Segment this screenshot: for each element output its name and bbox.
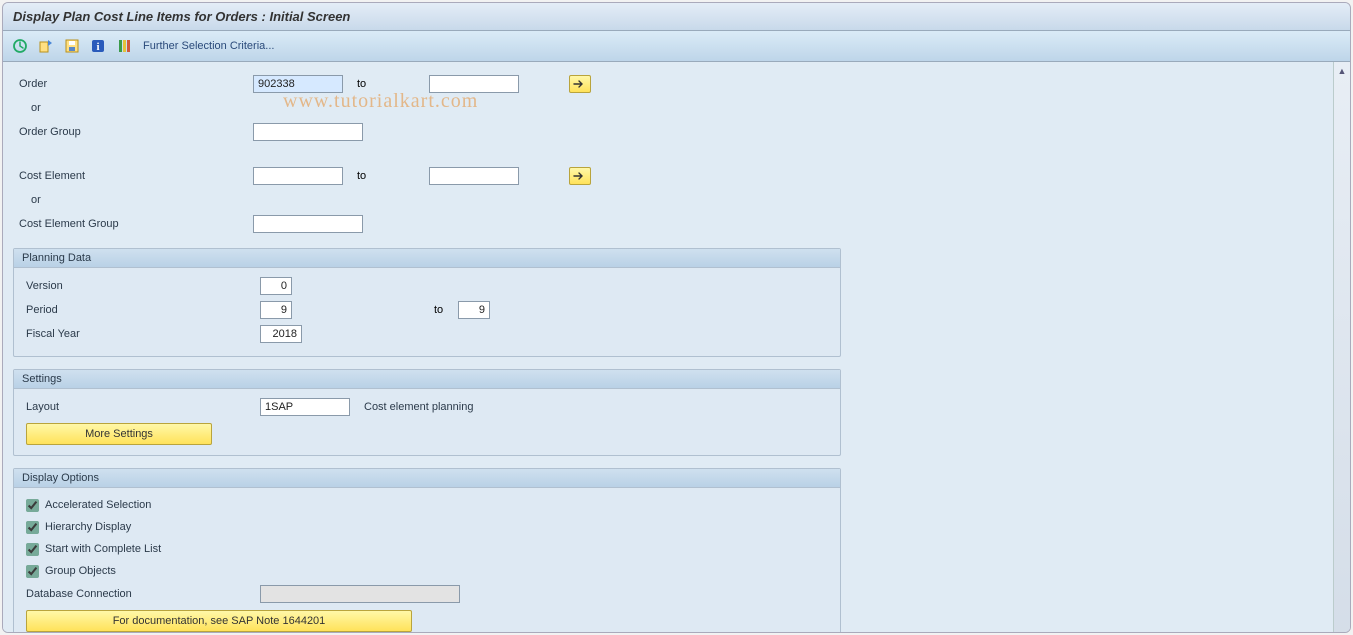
cost-element-multiple-sel-button[interactable] bbox=[569, 167, 591, 185]
scroll-up-icon[interactable]: ▲ bbox=[1334, 62, 1350, 79]
display-options-group: Display Options Accelerated Selection Hi… bbox=[13, 468, 841, 633]
cost-element-to-input[interactable] bbox=[429, 167, 519, 185]
documentation-button[interactable]: For documentation, see SAP Note 1644201 bbox=[26, 610, 412, 632]
order-label: Order bbox=[13, 78, 253, 90]
period-to-input[interactable] bbox=[458, 301, 490, 319]
layout-desc: Cost element planning bbox=[364, 401, 473, 413]
svg-text:i: i bbox=[96, 41, 99, 53]
order-group-label: Order Group bbox=[13, 126, 253, 138]
planning-data-title: Planning Data bbox=[14, 249, 840, 268]
fiscal-year-label: Fiscal Year bbox=[20, 328, 260, 340]
settings-group: Settings Layout Cost element planning Mo… bbox=[13, 369, 841, 456]
window-title: Display Plan Cost Line Items for Orders … bbox=[3, 3, 1350, 31]
layout-input[interactable] bbox=[260, 398, 350, 416]
cost-element-from-input[interactable] bbox=[253, 167, 343, 185]
hierarchy-checkbox[interactable] bbox=[26, 521, 39, 534]
order-from-input[interactable] bbox=[253, 75, 343, 93]
period-label: Period bbox=[20, 304, 260, 316]
main-content: www.tutorialkart.com Order to or Order G… bbox=[3, 62, 1333, 633]
period-to-label: to bbox=[434, 304, 458, 316]
more-settings-button[interactable]: More Settings bbox=[26, 423, 212, 445]
start-complete-label: Start with Complete List bbox=[45, 543, 161, 555]
layout-label: Layout bbox=[20, 401, 260, 413]
hierarchy-label: Hierarchy Display bbox=[45, 521, 131, 533]
content-wrap: www.tutorialkart.com Order to or Order G… bbox=[3, 62, 1350, 633]
sap-window: Display Plan Cost Line Items for Orders … bbox=[2, 2, 1351, 633]
selection-options-icon[interactable] bbox=[113, 35, 135, 57]
variant-get-icon[interactable] bbox=[35, 35, 57, 57]
accel-label: Accelerated Selection bbox=[45, 499, 151, 511]
period-from-input[interactable] bbox=[260, 301, 292, 319]
version-input[interactable] bbox=[260, 277, 292, 295]
cost-element-to-label: to bbox=[343, 170, 429, 182]
group-objects-label: Group Objects bbox=[45, 565, 116, 577]
or-label-2: or bbox=[13, 194, 253, 206]
db-connection-input bbox=[260, 585, 460, 603]
accel-checkbox[interactable] bbox=[26, 499, 39, 512]
planning-data-group: Planning Data Version Period to Fisc bbox=[13, 248, 841, 357]
vertical-scrollbar[interactable]: ▲ ▼ bbox=[1333, 62, 1350, 633]
application-toolbar: i Further Selection Criteria... bbox=[3, 31, 1350, 62]
start-complete-checkbox[interactable] bbox=[26, 543, 39, 556]
group-objects-checkbox[interactable] bbox=[26, 565, 39, 578]
further-selection-link[interactable]: Further Selection Criteria... bbox=[139, 40, 278, 52]
version-label: Version bbox=[20, 280, 260, 292]
execute-icon[interactable] bbox=[9, 35, 31, 57]
order-to-label: to bbox=[343, 78, 429, 90]
fiscal-year-input[interactable] bbox=[260, 325, 302, 343]
order-to-input[interactable] bbox=[429, 75, 519, 93]
cost-element-group-label: Cost Element Group bbox=[13, 218, 253, 230]
info-icon[interactable]: i bbox=[87, 35, 109, 57]
or-label-1: or bbox=[13, 102, 253, 114]
settings-title: Settings bbox=[14, 370, 840, 389]
order-group-input[interactable] bbox=[253, 123, 363, 141]
db-connection-label: Database Connection bbox=[20, 588, 260, 600]
order-multiple-sel-button[interactable] bbox=[569, 75, 591, 93]
cost-element-group-input[interactable] bbox=[253, 215, 363, 233]
save-icon[interactable] bbox=[61, 35, 83, 57]
display-options-title: Display Options bbox=[14, 469, 840, 488]
cost-element-label: Cost Element bbox=[13, 170, 253, 182]
